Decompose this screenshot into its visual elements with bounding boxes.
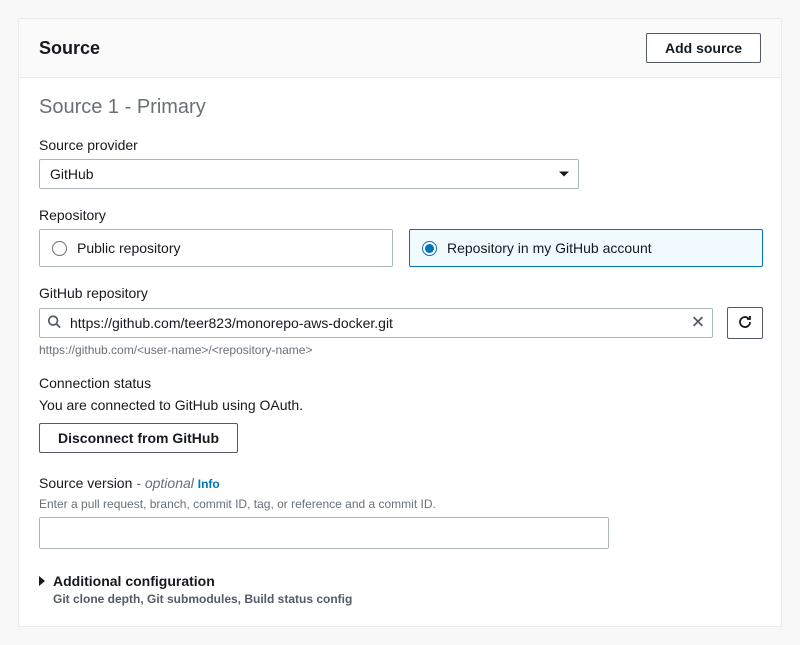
section-heading: Source 1 - Primary (39, 96, 761, 119)
clear-icon[interactable] (691, 315, 705, 332)
source-version-label: Source version - optional Info (39, 475, 761, 491)
repository-public-label: Public repository (77, 240, 181, 256)
repository-label: Repository (39, 207, 761, 223)
info-link[interactable]: Info (198, 477, 220, 491)
search-icon (47, 315, 61, 332)
radio-icon (52, 241, 67, 256)
additional-config-sub: Git clone depth, Git submodules, Build s… (53, 592, 761, 606)
refresh-icon (737, 314, 753, 333)
additional-config-toggle[interactable]: Additional configuration (39, 573, 761, 589)
disconnect-button[interactable]: Disconnect from GitHub (39, 423, 238, 453)
source-provider-select[interactable]: GitHub (39, 159, 579, 189)
github-repo-input[interactable] (39, 308, 713, 338)
source-version-label-main: Source version (39, 475, 132, 491)
source-version-input[interactable] (39, 517, 609, 549)
connection-status-text: You are connected to GitHub using OAuth. (39, 397, 761, 413)
connection-status-label: Connection status (39, 375, 761, 391)
refresh-button[interactable] (727, 307, 763, 339)
github-repo-row (39, 307, 763, 339)
github-repo-input-wrap (39, 308, 713, 338)
source-version-helper: Enter a pull request, branch, commit ID,… (39, 497, 761, 511)
github-repo-label: GitHub repository (39, 285, 761, 301)
repository-radio-group: Public repository Repository in my GitHu… (39, 229, 763, 267)
source-panel: Source Add source Source 1 - Primary Sou… (18, 18, 782, 627)
repository-public-radio[interactable]: Public repository (39, 229, 393, 267)
repository-account-label: Repository in my GitHub account (447, 240, 652, 256)
repository-account-radio[interactable]: Repository in my GitHub account (409, 229, 763, 267)
panel-body: Source 1 - Primary Source provider GitHu… (19, 78, 781, 626)
panel-header: Source Add source (19, 19, 781, 78)
source-version-label-optional: - optional (132, 475, 193, 491)
additional-config-title: Additional configuration (53, 573, 215, 589)
source-provider-label: Source provider (39, 137, 761, 153)
add-source-button[interactable]: Add source (646, 33, 761, 63)
panel-title: Source (39, 38, 100, 59)
radio-icon (422, 241, 437, 256)
caret-right-icon (39, 576, 45, 586)
source-provider-select-wrap: GitHub (39, 159, 579, 189)
github-repo-helper: https://github.com/<user-name>/<reposito… (39, 343, 761, 357)
